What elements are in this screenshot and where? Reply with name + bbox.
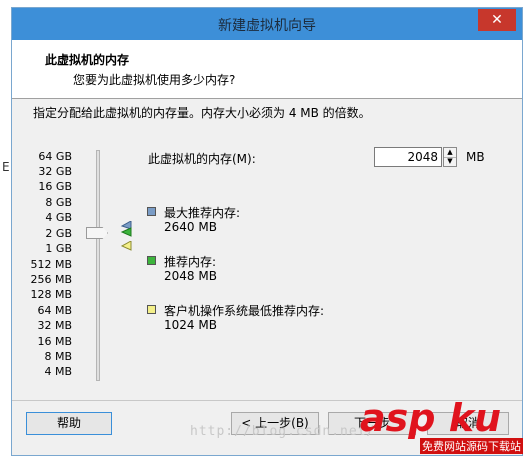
new-vm-wizard-dialog: 新建虚拟机向导 ✕ 此虚拟机的内存 您要为此虚拟机使用多少内存? 指定分配给此虚… <box>11 7 523 456</box>
scale-label: 16 MB <box>37 335 72 348</box>
recommended-memory-swatch-icon <box>147 256 156 265</box>
scale-label: 4 GB <box>45 211 72 224</box>
scale-label: 16 GB <box>38 180 72 193</box>
guest-min-marker-icon <box>120 241 132 251</box>
max-memory-value: 2640 MB <box>164 220 217 234</box>
window-title: 新建虚拟机向导 <box>218 18 316 34</box>
scale-label: 1 GB <box>45 242 72 255</box>
scale-label: 128 MB <box>30 288 72 301</box>
guest-min-memory-title: 客户机操作系统最低推荐内存: <box>164 304 325 318</box>
wizard-header: 此虚拟机的内存 您要为此虚拟机使用多少内存? <box>12 40 522 99</box>
spin-down-icon[interactable]: ▼ <box>444 157 456 166</box>
recommended-memory-value: 2048 MB <box>164 269 217 283</box>
recommended-marker-icon <box>120 227 132 237</box>
scale-label: 32 MB <box>37 319 72 332</box>
memory-label: 此虚拟机的内存(M): <box>148 152 256 166</box>
title-bar: 新建虚拟机向导 ✕ <box>12 8 522 40</box>
watermark-logo: asp ku <box>360 396 502 440</box>
recommended-memory-markers <box>120 221 132 237</box>
scale-label: 8 MB <box>44 350 72 363</box>
scale-label: 4 MB <box>44 365 72 378</box>
description-text: 指定分配给此虚拟机的内存量。内存大小必须为 4 MB 的倍数。 <box>33 106 371 120</box>
scale-label: 8 GB <box>45 196 72 209</box>
scale-label: 64 MB <box>37 304 72 317</box>
watermark-url: http://blog.csdn.net/ <box>190 424 376 439</box>
scale-label: 2 GB <box>45 227 72 240</box>
watermark-tag: 免费网站源码下载站 <box>420 438 523 454</box>
memory-input[interactable] <box>374 147 442 167</box>
scale-label: 256 MB <box>30 273 72 286</box>
guest-min-memory-swatch-icon <box>147 305 156 314</box>
guest-min-marker <box>120 241 132 251</box>
memory-slider-thumb[interactable] <box>86 227 108 239</box>
guest-min-memory-value: 1024 MB <box>164 318 217 332</box>
page-subtitle: 您要为此虚拟机使用多少内存? <box>73 73 236 87</box>
scale-label: 64 GB <box>38 150 72 163</box>
help-button[interactable]: 帮助 <box>26 412 112 435</box>
memory-slider-track[interactable] <box>96 150 100 381</box>
page-title: 此虚拟机的内存 <box>45 53 130 67</box>
memory-unit: MB <box>466 150 485 164</box>
scale-label: 512 MB <box>30 258 72 271</box>
max-marker-icon <box>120 221 132 230</box>
max-memory-title: 最大推荐内存: <box>164 206 241 220</box>
background-text: E <box>2 160 10 174</box>
recommended-memory-title: 推荐内存: <box>164 255 217 269</box>
max-memory-swatch-icon <box>147 207 156 216</box>
memory-spinner[interactable]: ▲ ▼ <box>443 147 457 167</box>
scale-label: 32 GB <box>38 165 72 178</box>
close-button[interactable]: ✕ <box>478 9 516 31</box>
